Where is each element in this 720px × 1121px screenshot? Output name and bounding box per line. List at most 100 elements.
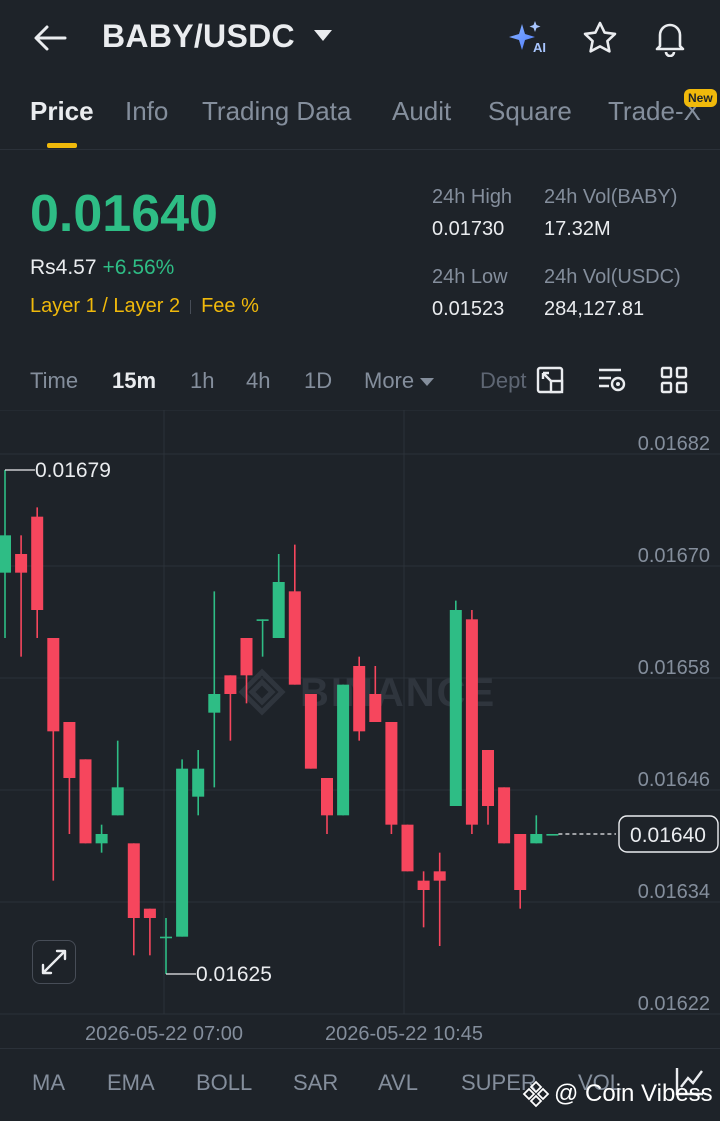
y-tick-label: 0.01658: [638, 657, 710, 679]
stat-vol-base-label: 24h Vol(BABY): [544, 186, 678, 208]
low-marker-label: 0.01625: [196, 963, 272, 986]
bell-icon: [655, 23, 685, 57]
y-tick-label: 0.01622: [638, 993, 710, 1015]
tab-info[interactable]: Info: [125, 96, 168, 127]
active-tab-indicator: [47, 143, 77, 148]
y-tick-label: 0.01646: [638, 769, 710, 791]
chart-fit-icon: [536, 366, 564, 394]
candle-body: [385, 722, 398, 825]
candle-body: [353, 666, 366, 732]
tab-trading-data[interactable]: Trading Data: [202, 96, 351, 127]
chart-settings-button[interactable]: [592, 360, 632, 400]
candle-body: [127, 843, 140, 918]
last-price-label: 0.01640: [630, 824, 706, 847]
indicator-sar[interactable]: SAR: [293, 1070, 338, 1096]
candle-body: [272, 582, 285, 638]
candle-body: [530, 834, 543, 844]
ai-sparkle-icon: AI: [509, 21, 546, 55]
header-bar: BABY/USDC AI: [0, 0, 720, 76]
stat-high-label: 24h High: [432, 186, 513, 208]
ai-assistant-button[interactable]: AI: [506, 16, 550, 60]
price-chart[interactable]: BINANCE 0.01682 0.01670 0.01658 0.01646 0.016…: [0, 409, 720, 1046]
grid-icon: [660, 366, 688, 394]
candle-body: [95, 834, 108, 844]
expand-icon: [41, 949, 67, 975]
candlestick-chart-svg: BINANCE0.016820.016700.016580.016460.016…: [0, 409, 720, 1045]
tag-layer[interactable]: Layer 1 / Layer 2: [30, 295, 180, 317]
indicator-ema[interactable]: EMA: [107, 1070, 155, 1096]
candle-body: [160, 936, 172, 939]
price-alert-button[interactable]: [648, 16, 692, 60]
candle-body: [47, 638, 60, 732]
back-button[interactable]: [28, 18, 72, 58]
credit-text: @ Coin Vibess: [554, 1080, 713, 1107]
caret-down-icon: [420, 378, 435, 387]
tag-fee[interactable]: Fee %: [201, 295, 259, 317]
candle-body: [321, 778, 333, 816]
candle-body: [256, 619, 269, 621]
candle-body: [15, 554, 28, 573]
stat-high-value: 0.01730: [432, 218, 505, 240]
candle-body: [31, 516, 44, 610]
price-change: +6.56%: [102, 256, 175, 279]
candle-body: [482, 750, 494, 806]
candle-body: [369, 694, 382, 722]
fiat-price: Rs4.57: [30, 256, 97, 279]
timeframe-depth[interactable]: Dept: [480, 368, 526, 394]
timeframe-1d[interactable]: 1D: [304, 368, 332, 394]
candle-body: [288, 591, 301, 685]
candle-body: [208, 694, 221, 713]
high-marker-label: 0.01679: [35, 459, 111, 482]
timeframe-15m[interactable]: 15m: [112, 368, 156, 394]
section-tabs: Price Info Trading Data Audit Square Tra…: [0, 88, 720, 150]
timeframe-time[interactable]: Time: [30, 368, 78, 394]
favorite-button[interactable]: [578, 16, 622, 60]
stat-vol-quote-label: 24h Vol(USDC): [544, 266, 681, 288]
y-tick-label: 0.01634: [638, 881, 710, 903]
candle-body: [546, 834, 559, 836]
indicator-avl[interactable]: AVL: [378, 1070, 418, 1096]
candle-body: [111, 787, 124, 816]
stat-low-label: 24h Low: [432, 266, 508, 288]
stat-vol-quote-value: 284,127.81: [544, 298, 645, 320]
candle-body: [79, 759, 92, 844]
chart-settings-icon: [599, 368, 626, 392]
arrow-left-icon: [34, 25, 67, 51]
star-icon: [583, 21, 617, 53]
price-fiat-row: Rs4.57 +6.56%: [30, 256, 174, 280]
candle-body: [143, 908, 156, 918]
diamond-logo-icon: [522, 1080, 550, 1108]
candle-body: [192, 768, 205, 797]
tab-square[interactable]: Square: [488, 96, 572, 127]
tag-divider: [190, 299, 192, 314]
tab-audit[interactable]: Audit: [392, 96, 451, 127]
candle-body: [176, 768, 189, 937]
candle-body: [433, 871, 446, 881]
x-tick-label: 2026-05-22 07:00: [85, 1023, 243, 1045]
pair-title[interactable]: BABY/USDC: [102, 18, 295, 55]
timeframe-1h[interactable]: 1h: [190, 368, 214, 394]
candle-body: [498, 787, 511, 844]
caret-down-icon[interactable]: [314, 30, 332, 41]
timeframe-4h[interactable]: 4h: [246, 368, 270, 394]
svg-text:AI: AI: [533, 40, 546, 55]
layout-grid-button[interactable]: [654, 360, 694, 400]
candle-body: [417, 880, 430, 890]
tag-row: Layer 1 / Layer 2 Fee %: [30, 295, 259, 318]
x-tick-label: 2026-05-22 10:45: [325, 1023, 483, 1045]
fullscreen-button[interactable]: [32, 940, 76, 984]
timeframe-more[interactable]: More: [364, 368, 435, 394]
tab-price[interactable]: Price: [30, 96, 94, 127]
y-tick-label: 0.01670: [638, 545, 710, 567]
credit-watermark: @ Coin Vibess: [522, 1080, 713, 1108]
indicator-boll[interactable]: BOLL: [196, 1070, 252, 1096]
y-tick-label: 0.01682: [638, 433, 710, 455]
stat-low-value: 0.01523: [432, 298, 505, 320]
last-price: 0.01640: [30, 185, 218, 243]
candle-body: [304, 694, 317, 769]
indicator-ma[interactable]: MA: [32, 1070, 65, 1096]
candle-body: [224, 675, 237, 694]
chart-tool-button[interactable]: [530, 360, 570, 400]
candle-body: [401, 824, 414, 872]
candle-body: [0, 535, 11, 573]
